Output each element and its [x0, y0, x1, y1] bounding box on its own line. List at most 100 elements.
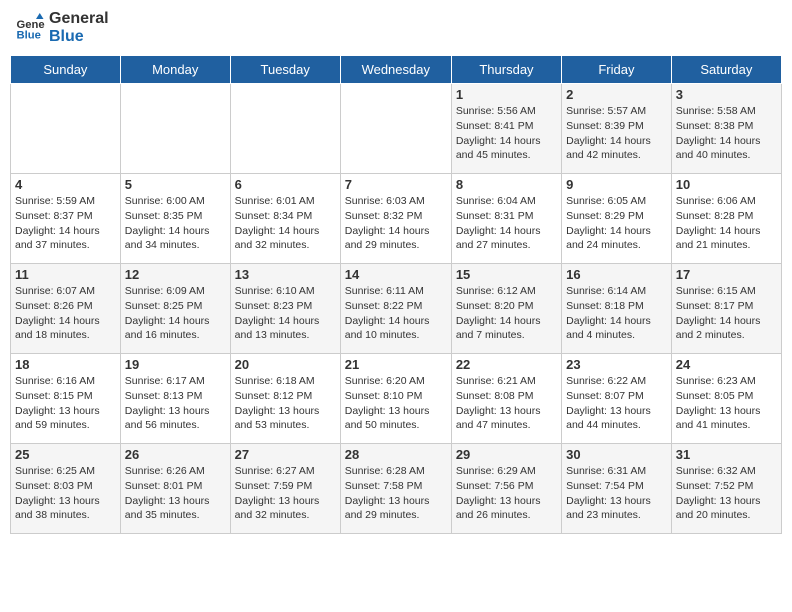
- day-number: 15: [456, 267, 557, 282]
- calendar-cell: 15 Sunrise: 6:12 AM Sunset: 8:20 PM Dayli…: [451, 264, 561, 354]
- calendar-cell: 14Sunrise: 6:11 AM Sunset: 8:22 PM Dayli…: [340, 264, 451, 354]
- calendar-cell: 9 Sunrise: 6:05 AM Sunset: 8:29 PM Daylig…: [562, 174, 672, 264]
- day-number: 2: [566, 87, 667, 102]
- calendar-cell: 20 Sunrise: 6:18 AM Sunset: 8:12 PM Dayli…: [230, 354, 340, 444]
- calendar-cell: 12 Sunrise: 6:09 AM Sunset: 8:25 PM Dayli…: [120, 264, 230, 354]
- weekday-header: Sunday: [11, 56, 121, 84]
- calendar-cell: 5 Sunrise: 6:00 AM Sunset: 8:35 PM Daylig…: [120, 174, 230, 264]
- day-number: 7: [345, 177, 447, 192]
- day-number: 12: [125, 267, 226, 282]
- day-info: Sunrise: 6:20 AM Sunset: 8:10 PM Dayligh…: [345, 374, 447, 433]
- weekday-header: Monday: [120, 56, 230, 84]
- day-info: Sunrise: 6:23 AM Sunset: 8:05 PM Dayligh…: [676, 374, 777, 433]
- day-info: Sunrise: 6:18 AM Sunset: 8:12 PM Dayligh…: [235, 374, 336, 433]
- day-info: Sunrise: 6:04 AM Sunset: 8:31 PM Dayligh…: [456, 194, 557, 253]
- day-number: 9: [566, 177, 667, 192]
- day-info: Sunrise: 6:00 AM Sunset: 8:35 PM Dayligh…: [125, 194, 226, 253]
- day-info: Sunrise: 6:12 AM Sunset: 8:20 PM Dayligh…: [456, 284, 557, 343]
- page-header: General Blue GeneralBlue: [10, 10, 782, 45]
- calendar-cell: 13Sunrise: 6:10 AM Sunset: 8:23 PM Dayli…: [230, 264, 340, 354]
- calendar-cell: 28 Sunrise: 6:28 AM Sunset: 7:58 PM Dayli…: [340, 444, 451, 534]
- calendar-table: SundayMondayTuesdayWednesdayThursdayFrid…: [10, 55, 782, 534]
- day-number: 25: [15, 447, 116, 462]
- day-number: 27: [235, 447, 336, 462]
- calendar-cell: 27 Sunrise: 6:27 AM Sunset: 7:59 PM Dayli…: [230, 444, 340, 534]
- day-number: 1: [456, 87, 557, 102]
- calendar-cell: 25Sunrise: 6:25 AM Sunset: 8:03 PM Dayli…: [11, 444, 121, 534]
- day-info: Sunrise: 6:29 AM Sunset: 7:56 PM Dayligh…: [456, 464, 557, 523]
- day-info: Sunrise: 5:57 AM Sunset: 8:39 PM Dayligh…: [566, 104, 667, 163]
- day-number: 19: [125, 357, 226, 372]
- day-info: Sunrise: 6:03 AM Sunset: 8:32 PM Dayligh…: [345, 194, 447, 253]
- day-info: Sunrise: 6:21 AM Sunset: 8:08 PM Dayligh…: [456, 374, 557, 433]
- day-number: 31: [676, 447, 777, 462]
- day-number: 18: [15, 357, 116, 372]
- calendar-cell: 10Sunrise: 6:06 AM Sunset: 8:28 PM Dayli…: [671, 174, 781, 264]
- calendar-cell: 11Sunrise: 6:07 AM Sunset: 8:26 PM Dayli…: [11, 264, 121, 354]
- weekday-header-row: SundayMondayTuesdayWednesdayThursdayFrid…: [11, 56, 782, 84]
- day-number: 17: [676, 267, 777, 282]
- day-info: Sunrise: 6:01 AM Sunset: 8:34 PM Dayligh…: [235, 194, 336, 253]
- day-info: Sunrise: 6:27 AM Sunset: 7:59 PM Dayligh…: [235, 464, 336, 523]
- calendar-body: 1 Sunrise: 5:56 AM Sunset: 8:41 PM Daylig…: [11, 84, 782, 534]
- calendar-cell: 8 Sunrise: 6:04 AM Sunset: 8:31 PM Daylig…: [451, 174, 561, 264]
- calendar-cell: 30 Sunrise: 6:31 AM Sunset: 7:54 PM Dayli…: [562, 444, 672, 534]
- calendar-week-row: 1 Sunrise: 5:56 AM Sunset: 8:41 PM Daylig…: [11, 84, 782, 174]
- weekday-header: Friday: [562, 56, 672, 84]
- day-number: 24: [676, 357, 777, 372]
- day-info: Sunrise: 6:26 AM Sunset: 8:01 PM Dayligh…: [125, 464, 226, 523]
- calendar-cell: 4 Sunrise: 5:59 AM Sunset: 8:37 PM Daylig…: [11, 174, 121, 264]
- day-number: 4: [15, 177, 116, 192]
- calendar-cell: [11, 84, 121, 174]
- weekday-header: Thursday: [451, 56, 561, 84]
- weekday-header: Wednesday: [340, 56, 451, 84]
- calendar-cell: [230, 84, 340, 174]
- logo: General Blue GeneralBlue: [15, 10, 109, 45]
- calendar-cell: 29 Sunrise: 6:29 AM Sunset: 7:56 PM Dayli…: [451, 444, 561, 534]
- day-number: 29: [456, 447, 557, 462]
- calendar-cell: 21 Sunrise: 6:20 AM Sunset: 8:10 PM Dayli…: [340, 354, 451, 444]
- day-number: 26: [125, 447, 226, 462]
- calendar-cell: 7 Sunrise: 6:03 AM Sunset: 8:32 PM Daylig…: [340, 174, 451, 264]
- day-info: Sunrise: 6:17 AM Sunset: 8:13 PM Dayligh…: [125, 374, 226, 433]
- day-number: 22: [456, 357, 557, 372]
- calendar-cell: 2 Sunrise: 5:57 AM Sunset: 8:39 PM Daylig…: [562, 84, 672, 174]
- calendar-cell: 26 Sunrise: 6:26 AM Sunset: 8:01 PM Dayli…: [120, 444, 230, 534]
- day-info: Sunrise: 6:15 AM Sunset: 8:17 PM Dayligh…: [676, 284, 777, 343]
- day-info: Sunrise: 6:22 AM Sunset: 8:07 PM Dayligh…: [566, 374, 667, 433]
- calendar-cell: 22 Sunrise: 6:21 AM Sunset: 8:08 PM Dayli…: [451, 354, 561, 444]
- calendar-week-row: 4 Sunrise: 5:59 AM Sunset: 8:37 PM Daylig…: [11, 174, 782, 264]
- calendar-cell: [120, 84, 230, 174]
- calendar-cell: 1 Sunrise: 5:56 AM Sunset: 8:41 PM Daylig…: [451, 84, 561, 174]
- calendar-cell: [340, 84, 451, 174]
- day-number: 10: [676, 177, 777, 192]
- day-info: Sunrise: 6:16 AM Sunset: 8:15 PM Dayligh…: [15, 374, 116, 433]
- calendar-cell: 17 Sunrise: 6:15 AM Sunset: 8:17 PM Dayli…: [671, 264, 781, 354]
- day-number: 20: [235, 357, 336, 372]
- day-number: 13: [235, 267, 336, 282]
- day-info: Sunrise: 6:05 AM Sunset: 8:29 PM Dayligh…: [566, 194, 667, 253]
- day-number: 28: [345, 447, 447, 462]
- day-number: 21: [345, 357, 447, 372]
- calendar-cell: 3 Sunrise: 5:58 AM Sunset: 8:38 PM Daylig…: [671, 84, 781, 174]
- day-number: 3: [676, 87, 777, 102]
- day-number: 23: [566, 357, 667, 372]
- day-info: Sunrise: 6:07 AM Sunset: 8:26 PM Dayligh…: [15, 284, 116, 343]
- day-number: 5: [125, 177, 226, 192]
- weekday-header: Saturday: [671, 56, 781, 84]
- day-info: Sunrise: 5:56 AM Sunset: 8:41 PM Dayligh…: [456, 104, 557, 163]
- day-info: Sunrise: 6:14 AM Sunset: 8:18 PM Dayligh…: [566, 284, 667, 343]
- day-number: 16: [566, 267, 667, 282]
- day-info: Sunrise: 6:31 AM Sunset: 7:54 PM Dayligh…: [566, 464, 667, 523]
- calendar-cell: 16 Sunrise: 6:14 AM Sunset: 8:18 PM Dayli…: [562, 264, 672, 354]
- day-number: 6: [235, 177, 336, 192]
- day-number: 30: [566, 447, 667, 462]
- day-info: Sunrise: 6:09 AM Sunset: 8:25 PM Dayligh…: [125, 284, 226, 343]
- calendar-cell: 19 Sunrise: 6:17 AM Sunset: 8:13 PM Dayli…: [120, 354, 230, 444]
- day-number: 8: [456, 177, 557, 192]
- day-info: Sunrise: 6:28 AM Sunset: 7:58 PM Dayligh…: [345, 464, 447, 523]
- day-info: Sunrise: 5:59 AM Sunset: 8:37 PM Dayligh…: [15, 194, 116, 253]
- logo-icon: General Blue: [15, 13, 45, 43]
- day-info: Sunrise: 5:58 AM Sunset: 8:38 PM Dayligh…: [676, 104, 777, 163]
- calendar-week-row: 11Sunrise: 6:07 AM Sunset: 8:26 PM Dayli…: [11, 264, 782, 354]
